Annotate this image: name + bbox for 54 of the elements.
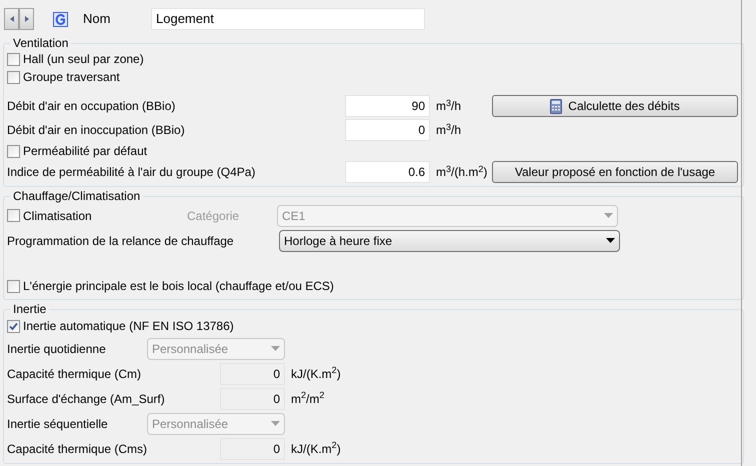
caret-icon <box>271 346 280 351</box>
right-arrow-icon <box>24 16 28 22</box>
action-button[interactable]: Calculette des débits <box>492 95 738 117</box>
checkbox-label: Climatisation <box>23 208 92 224</box>
checkbox-label: Hall (un seul par zone) <box>23 51 144 68</box>
field-label: Débit d'air en occupation (BBio) <box>7 98 176 115</box>
dropdown-value: Personnalisée <box>152 340 228 358</box>
dropdown[interactable]: Horloge à heure fixe <box>279 230 620 252</box>
number-field[interactable]: 0.6 <box>345 161 430 183</box>
section-title: Inertie <box>12 302 48 316</box>
checkbox[interactable] <box>7 280 20 292</box>
checkbox[interactable] <box>7 70 20 84</box>
name-label: Nom <box>83 10 112 28</box>
previous-button[interactable] <box>4 8 19 30</box>
action-button[interactable]: Valeur proposé en fonction de l'usage <box>492 161 738 183</box>
field-label: Capacité thermique (Cm) <box>7 366 142 382</box>
field-label: Indice de perméabilité à l'air du groupe (Q4Pa) <box>7 164 256 181</box>
field-label: Débit d'air en inoccupation (BBio) <box>7 122 186 139</box>
dropdown-value: Horloge à heure fixe <box>284 232 392 250</box>
number-field[interactable]: 0 <box>345 119 430 141</box>
unit-label: m$^{3}$/(h.m$^{2}$) <box>436 163 488 181</box>
unit-label: kJ/(K.m$^{2}$) <box>291 364 342 382</box>
unit-label: m$^{3}$/h <box>436 97 462 115</box>
section-title: Chauffage/Climatisation <box>12 189 142 203</box>
checkmark-icon <box>9 322 18 330</box>
field-label: Inertie quotidienne <box>7 340 107 358</box>
unit-label: m$^{2}$/m$^{2}$ <box>291 390 326 408</box>
caret-icon <box>606 238 615 243</box>
field-label: Surface d'échange (Am_Surf) <box>7 390 166 408</box>
section-title: Ventilation <box>12 36 70 50</box>
dropdown-value: CE1 <box>282 208 306 224</box>
field-label: Capacité thermique (Cms) <box>7 440 148 458</box>
number-field[interactable]: 90 <box>345 95 430 117</box>
checkbox[interactable] <box>7 209 20 222</box>
checkbox-label: Perméabilité par défaut <box>23 143 148 160</box>
checkbox[interactable] <box>7 144 20 158</box>
caret-icon <box>271 421 280 426</box>
next-button[interactable] <box>19 8 34 30</box>
field-label: Catégorie <box>187 208 240 224</box>
left-arrow-icon <box>10 16 14 22</box>
checkbox[interactable] <box>7 320 20 332</box>
dropdown-value: Personnalisée <box>152 416 228 432</box>
field-label: Inertie séquentielle <box>7 416 109 432</box>
unit-label: m$^{3}$/h <box>436 121 462 139</box>
calculator-icon <box>550 98 562 114</box>
group-icon <box>53 12 68 26</box>
unit-label: kJ/(K.m$^{2}$) <box>291 440 342 458</box>
checkbox[interactable] <box>7 52 20 66</box>
name-field[interactable]: Logement <box>151 8 425 30</box>
caret-icon <box>604 213 613 218</box>
field-label: Programmation de la relance de chauffage <box>7 232 235 250</box>
checkbox-label: Groupe traversant <box>23 69 120 86</box>
checkbox-label: Inertie automatique (NF EN ISO 13786) <box>23 318 234 335</box>
checkbox-label: L'énergie principale est le bois local (chauffage et/ou ECS) <box>23 278 334 295</box>
